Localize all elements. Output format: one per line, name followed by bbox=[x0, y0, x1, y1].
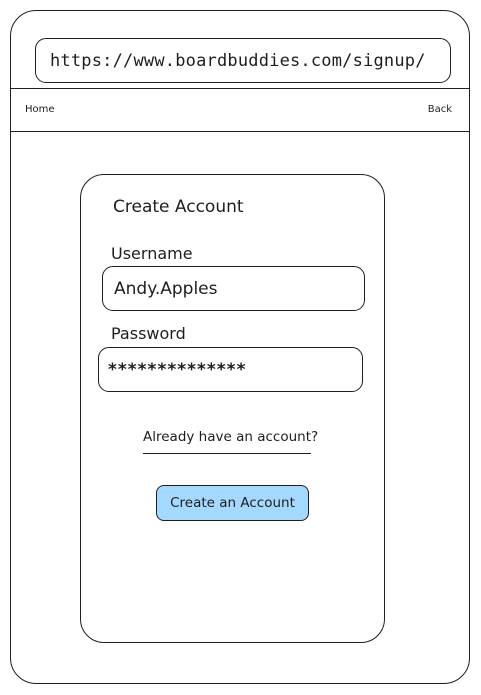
create-account-button[interactable]: Create an Account bbox=[156, 485, 309, 521]
link-underline bbox=[143, 453, 311, 454]
nav-back-link[interactable]: Back bbox=[428, 104, 452, 115]
nav-divider-top bbox=[11, 88, 470, 89]
password-label: Password bbox=[111, 324, 186, 343]
username-value: Andy.Apples bbox=[114, 278, 218, 299]
address-bar-url: https://www.boardbuddies.com/signup/ bbox=[50, 50, 426, 71]
password-field[interactable]: ************** bbox=[98, 347, 363, 392]
nav-divider-bottom bbox=[11, 131, 470, 132]
nav-home-link[interactable]: Home bbox=[25, 104, 55, 115]
already-have-account-link[interactable]: Already have an account? bbox=[143, 429, 318, 445]
create-account-button-label: Create an Account bbox=[170, 495, 295, 511]
form-title: Create Account bbox=[113, 197, 244, 217]
username-field[interactable]: Andy.Apples bbox=[102, 266, 365, 311]
password-value: ************** bbox=[108, 359, 247, 380]
username-label: Username bbox=[111, 244, 193, 263]
address-bar[interactable]: https://www.boardbuddies.com/signup/ bbox=[35, 38, 451, 83]
